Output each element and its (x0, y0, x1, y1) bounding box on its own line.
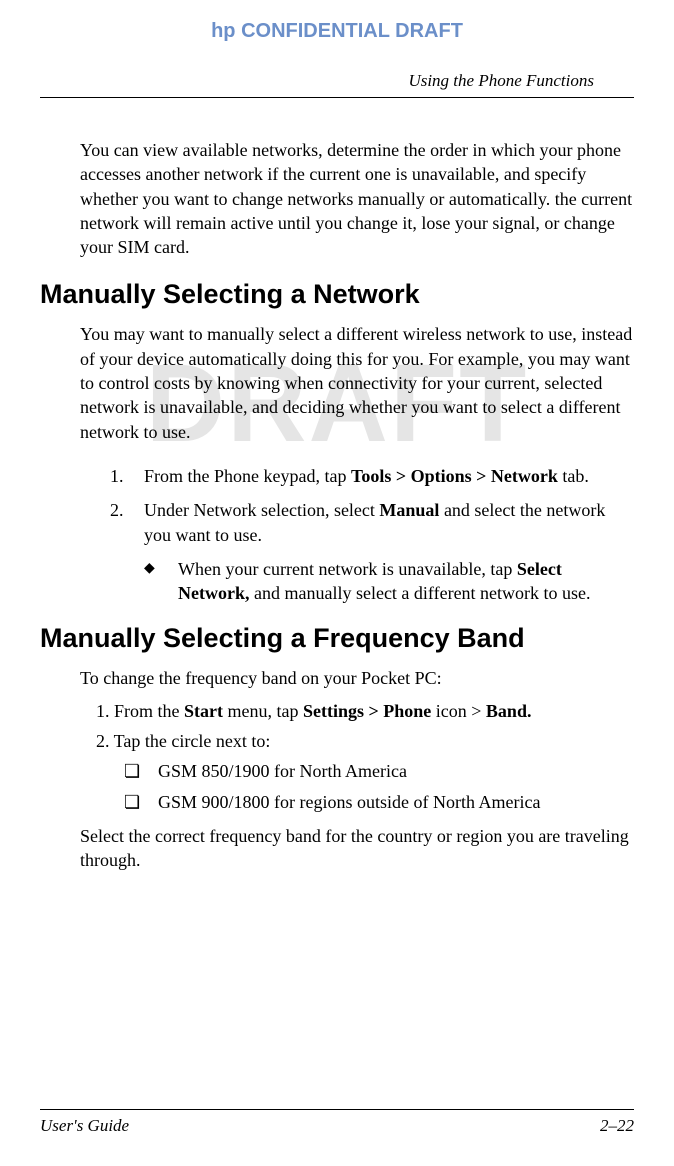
option-text: GSM 850/1900 for North America (158, 759, 407, 783)
closing-paragraph: Select the correct frequency band for th… (80, 824, 634, 873)
section2-paragraph: To change the frequency band on your Poc… (80, 666, 634, 690)
sublist-item: ❏ GSM 900/1800 for regions outside of No… (124, 790, 634, 814)
section1-paragraph: You may want to manually select a differ… (80, 322, 634, 443)
footer-left: User's Guide (40, 1116, 129, 1136)
sublist-item: ❏ GSM 850/1900 for North America (124, 759, 634, 783)
diamond-bullet-icon: ◆ (144, 557, 178, 606)
step-number: 2. (110, 498, 144, 547)
sublist-item: ◆ When your current network is unavailab… (144, 557, 634, 606)
heading-manual-network: Manually Selecting a Network (40, 279, 634, 310)
header-banner: hp CONFIDENTIAL DRAFT (0, 0, 674, 51)
step-text: From the Phone keypad, tap Tools > Optio… (144, 464, 634, 488)
list-item: 1. From the Start menu, tap Settings > P… (96, 699, 634, 723)
footer: User's Guide 2–22 (40, 1109, 634, 1136)
square-bullet-icon: ❏ (124, 790, 158, 814)
step-text: Under Network selection, select Manual a… (144, 498, 634, 547)
option-text: GSM 900/1800 for regions outside of Nort… (158, 790, 540, 814)
intro-paragraph: You can view available networks, determi… (80, 138, 634, 259)
heading-frequency-band: Manually Selecting a Frequency Band (40, 623, 634, 654)
list-item: 2. Under Network selection, select Manua… (110, 498, 634, 547)
header-section-title: Using the Phone Functions (40, 71, 634, 91)
square-bullet-icon: ❏ (124, 759, 158, 783)
footer-page-number: 2–22 (600, 1116, 634, 1136)
list-item: 2. Tap the circle next to: (96, 729, 634, 753)
step-number: 1. (110, 464, 144, 488)
list-item: 1. From the Phone keypad, tap Tools > Op… (110, 464, 634, 488)
sublist-text: When your current network is unavailable… (178, 557, 634, 606)
